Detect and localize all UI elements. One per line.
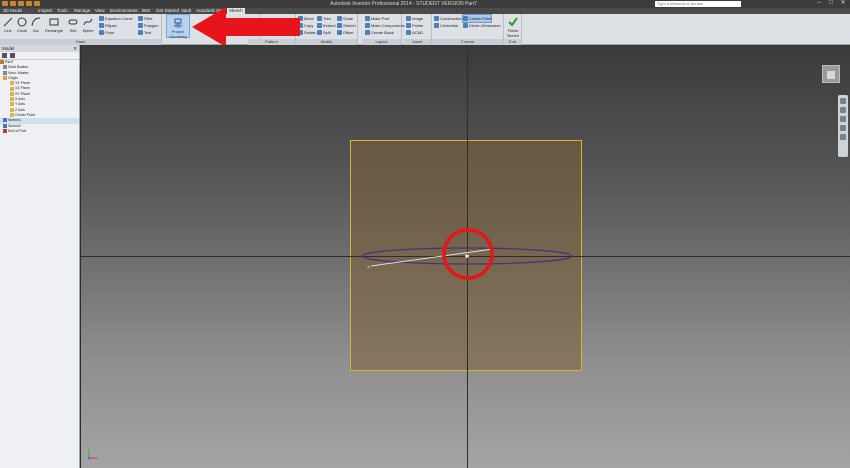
- view-icon: [3, 70, 7, 75]
- close-icon[interactable]: ✕: [73, 45, 77, 52]
- equation-curve-button[interactable]: Equation Curve: [99, 15, 133, 22]
- text-button[interactable]: Text: [138, 29, 151, 36]
- search-icon[interactable]: [10, 53, 15, 58]
- arc-icon: [31, 17, 41, 27]
- center-point-marker[interactable]: [465, 254, 469, 258]
- spline-icon: [83, 18, 93, 26]
- model-browser: Model ✕ Part7 Solid Bodies View: Master …: [0, 45, 80, 468]
- new-icon[interactable]: [2, 1, 8, 6]
- maximize-icon[interactable]: □: [828, 0, 834, 6]
- annotation-circle: [442, 228, 494, 280]
- quick-access-toolbar[interactable]: [2, 1, 40, 7]
- slot-button[interactable]: Slot: [65, 15, 81, 37]
- offset-button[interactable]: Offset: [337, 29, 354, 36]
- pan-icon[interactable]: [840, 107, 846, 113]
- split-button[interactable]: Split: [317, 29, 331, 36]
- slot-icon: [68, 19, 78, 25]
- circle-icon: [17, 17, 27, 27]
- browser-tree: Part7 Solid Bodies View: Master Origin Y…: [0, 60, 79, 134]
- image-button[interactable]: Image: [406, 15, 423, 22]
- axis-icon: [10, 102, 14, 107]
- checkmark-icon: [508, 17, 518, 27]
- graphics-window[interactable]: ×: [81, 45, 850, 468]
- save-icon[interactable]: [18, 1, 24, 6]
- finish-sketch-button[interactable]: Finish Sketch: [505, 15, 521, 38]
- axis-icon: [10, 97, 14, 102]
- steering-wheel-icon[interactable]: [840, 98, 846, 104]
- project-geometry-icon: [173, 18, 183, 28]
- sketch-icon: [3, 118, 7, 123]
- point-marker-glyph: ×: [367, 265, 370, 271]
- construction-button[interactable]: Construction: [434, 15, 462, 22]
- project-geometry-button[interactable]: Project Geometry: [166, 14, 190, 39]
- axis-icon: [10, 107, 14, 112]
- tree-item-end-of-part[interactable]: End of Part: [0, 129, 79, 134]
- viewcube-icon[interactable]: [822, 65, 840, 83]
- fillet-button[interactable]: Fillet: [138, 15, 152, 22]
- filter-icon[interactable]: [2, 53, 7, 58]
- acad-button[interactable]: ACAD: [406, 29, 423, 36]
- plane-icon: [10, 86, 14, 91]
- folder-icon: [3, 75, 7, 80]
- title-bar: Autodesk Inventor Professional 2014 - ST…: [0, 0, 850, 8]
- ribbon-panel: Line Circle Arc Rectangle Slot Spline Eq…: [0, 14, 850, 45]
- center-point-button[interactable]: Center Point: [461, 14, 493, 23]
- undo-icon[interactable]: [26, 1, 32, 6]
- centerline-button[interactable]: Centerline: [434, 22, 458, 29]
- layout-group: Make Part Make Components Create Block L…: [362, 14, 405, 45]
- redo-icon[interactable]: [34, 1, 40, 6]
- zoom-icon[interactable]: [840, 116, 846, 122]
- navigation-bar[interactable]: [838, 95, 848, 157]
- sketch-geometry: ×: [361, 228, 573, 280]
- driven-dimension-button[interactable]: Driven Dimension: [463, 22, 501, 29]
- points-button[interactable]: Points: [406, 22, 423, 29]
- sketch-icon: [3, 123, 7, 128]
- close-icon[interactable]: ✕: [840, 0, 846, 6]
- modify-group: Move Copy Rotate Trim Extend Split Scale…: [296, 14, 358, 45]
- make-components-button[interactable]: Make Components: [365, 22, 405, 29]
- plane-icon: [10, 81, 14, 86]
- stretch-button[interactable]: Stretch: [337, 22, 356, 29]
- ellipse-button[interactable]: Ellipse: [99, 22, 117, 29]
- rectangle-icon: [49, 18, 59, 26]
- extend-button[interactable]: Extend: [317, 22, 335, 29]
- format-group: Construction Centerline Center Point Dri…: [432, 14, 504, 45]
- coordinate-triad-icon: [87, 449, 98, 460]
- create-block-button[interactable]: Create Block: [365, 29, 394, 36]
- open-icon[interactable]: [10, 1, 16, 6]
- browser-toolbar: [0, 52, 79, 60]
- minimize-icon[interactable]: –: [816, 0, 822, 6]
- part-icon: [0, 60, 4, 65]
- scale-button[interactable]: Scale: [337, 15, 353, 22]
- rectangle-button[interactable]: Rectangle: [44, 15, 64, 37]
- browser-header: Model ✕: [0, 45, 79, 52]
- insert-group: Image Points ACAD Insert: [404, 14, 432, 45]
- arc-button[interactable]: Arc: [28, 15, 44, 37]
- end-of-part-icon: [3, 128, 7, 133]
- point-button[interactable]: Point: [99, 29, 114, 36]
- make-part-button[interactable]: Make Part: [365, 15, 389, 22]
- window-title: Autodesk Inventor Professional 2014 - ST…: [330, 1, 477, 7]
- polygon-button[interactable]: Polygon: [138, 22, 158, 29]
- spline-button[interactable]: Spline: [80, 15, 96, 37]
- look-at-icon[interactable]: [840, 134, 846, 140]
- orbit-icon[interactable]: [840, 125, 846, 131]
- line-icon: [3, 17, 13, 27]
- point-icon: [10, 113, 14, 118]
- folder-icon: [3, 65, 7, 70]
- draw-group: Line Circle Arc Rectangle Slot Spline Eq…: [0, 14, 162, 45]
- plane-icon: [10, 91, 14, 96]
- annotation-arrow: [192, 7, 300, 47]
- help-search-input[interactable]: Type a keyword or phrase: [655, 1, 741, 7]
- exit-group: Finish Sketch Exit: [504, 14, 522, 45]
- trim-button[interactable]: Trim: [317, 15, 331, 22]
